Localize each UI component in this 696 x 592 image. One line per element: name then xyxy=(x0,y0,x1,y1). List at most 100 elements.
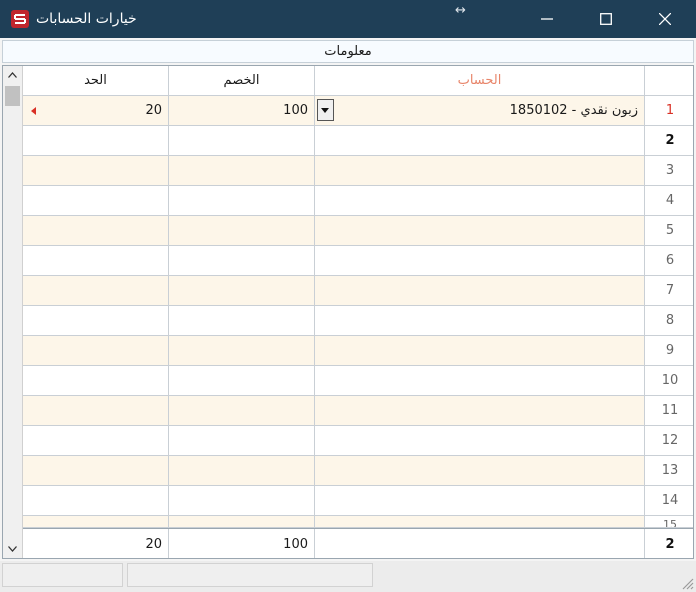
table-row[interactable]: 13 xyxy=(23,456,693,486)
cell-limit[interactable] xyxy=(23,276,169,306)
table-row[interactable]: 15 xyxy=(23,516,693,528)
cell-discount[interactable] xyxy=(169,396,315,426)
row-number[interactable]: 8 xyxy=(645,306,693,336)
cell-limit[interactable] xyxy=(23,126,169,156)
cell-discount[interactable] xyxy=(169,246,315,276)
status-pane xyxy=(127,563,373,587)
scroll-up-icon[interactable] xyxy=(3,66,22,84)
row-number[interactable]: 15 xyxy=(645,516,693,528)
cell-discount[interactable] xyxy=(169,336,315,366)
cell-account[interactable]: 1850102 - زبون نقدي xyxy=(315,96,645,126)
info-label: معلومات xyxy=(324,44,372,59)
grid-header: الحد الخصم الحساب xyxy=(23,66,693,96)
table-row[interactable]: 6 xyxy=(23,246,693,276)
table-row[interactable]: 2 xyxy=(23,126,693,156)
account-dropdown-button[interactable] xyxy=(317,99,334,121)
row-number[interactable]: 10 xyxy=(645,366,693,396)
total-limit: 20 xyxy=(23,529,169,558)
column-header-account[interactable]: الحساب xyxy=(315,66,645,96)
grid-footer-totals: 20 100 2 xyxy=(23,528,693,558)
minimize-button[interactable] xyxy=(520,0,574,38)
row-number[interactable]: 6 xyxy=(645,246,693,276)
row-number[interactable]: 14 xyxy=(645,486,693,516)
table-row[interactable]: 8 xyxy=(23,306,693,336)
cell-discount[interactable] xyxy=(169,426,315,456)
cell-limit[interactable] xyxy=(23,336,169,366)
table-row[interactable]: 7 xyxy=(23,276,693,306)
cell-limit[interactable] xyxy=(23,306,169,336)
row-number[interactable]: 11 xyxy=(645,396,693,426)
row-number[interactable]: 3 xyxy=(645,156,693,186)
cell-discount[interactable] xyxy=(169,456,315,486)
cell-limit[interactable] xyxy=(23,486,169,516)
cell-discount[interactable] xyxy=(169,366,315,396)
cell-account[interactable] xyxy=(315,306,645,336)
row-number[interactable]: 1 xyxy=(31,96,693,126)
cell-account[interactable] xyxy=(315,516,645,528)
cell-discount[interactable] xyxy=(169,216,315,246)
table-row[interactable]: 5 xyxy=(23,216,693,246)
cell-limit[interactable] xyxy=(23,516,169,528)
cell-account[interactable] xyxy=(315,426,645,456)
scrollbar-thumb[interactable] xyxy=(5,86,20,106)
table-row[interactable]: 14 xyxy=(23,486,693,516)
table-row[interactable]: 11 xyxy=(23,396,693,426)
cell-limit[interactable] xyxy=(23,366,169,396)
vertical-scrollbar[interactable] xyxy=(3,66,23,558)
cell-discount[interactable] xyxy=(169,126,315,156)
cell-limit[interactable] xyxy=(23,426,169,456)
cell-discount[interactable] xyxy=(169,276,315,306)
table-row[interactable]: 20 100 1850102 - زبون نقدي 1 xyxy=(23,96,693,126)
cell-account[interactable] xyxy=(315,156,645,186)
column-header-discount[interactable]: الخصم xyxy=(169,66,315,96)
cell-discount[interactable] xyxy=(169,486,315,516)
cell-account[interactable] xyxy=(315,126,645,156)
cell-limit[interactable] xyxy=(23,246,169,276)
status-pane xyxy=(2,563,123,587)
cell-limit[interactable] xyxy=(23,216,169,246)
row-number[interactable]: 7 xyxy=(645,276,693,306)
close-button[interactable] xyxy=(638,0,692,38)
cell-discount[interactable] xyxy=(169,516,315,528)
row-number[interactable]: 12 xyxy=(645,426,693,456)
cell-limit[interactable]: 20 xyxy=(23,96,169,126)
total-discount: 100 xyxy=(169,529,315,558)
row-number[interactable]: 2 xyxy=(645,126,693,156)
cell-account[interactable] xyxy=(315,246,645,276)
accounts-grid[interactable]: الحد الخصم الحساب 20 100 1850102 - زبون … xyxy=(2,65,694,559)
cell-limit[interactable] xyxy=(23,396,169,426)
cell-account[interactable] xyxy=(315,486,645,516)
cell-account[interactable] xyxy=(315,186,645,216)
cell-account[interactable] xyxy=(315,456,645,486)
table-row[interactable]: 4 xyxy=(23,186,693,216)
scroll-down-icon[interactable] xyxy=(3,540,22,558)
cell-discount[interactable]: 100 xyxy=(169,96,315,126)
resize-grip-icon[interactable] xyxy=(680,576,694,590)
cell-limit[interactable] xyxy=(23,456,169,486)
account-options-window: خيارات الحسابات ↔ معلومات الحد الخصم الح… xyxy=(0,0,696,592)
table-row[interactable]: 3 xyxy=(23,156,693,186)
cell-discount[interactable] xyxy=(169,306,315,336)
table-row[interactable]: 10 xyxy=(23,366,693,396)
maximize-button[interactable] xyxy=(579,0,633,38)
row-number[interactable]: 13 xyxy=(645,456,693,486)
cell-discount[interactable] xyxy=(169,156,315,186)
row-number[interactable]: 5 xyxy=(645,216,693,246)
cell-discount[interactable] xyxy=(169,186,315,216)
cell-account[interactable] xyxy=(315,276,645,306)
app-logo-icon xyxy=(11,10,29,28)
resize-arrows-icon: ↔ xyxy=(455,3,466,18)
cell-account[interactable] xyxy=(315,336,645,366)
cell-account[interactable] xyxy=(315,366,645,396)
column-header-limit[interactable]: الحد xyxy=(23,66,169,96)
total-account xyxy=(315,529,645,558)
row-number[interactable]: 9 xyxy=(645,336,693,366)
cell-limit[interactable] xyxy=(23,186,169,216)
row-number[interactable]: 4 xyxy=(645,186,693,216)
table-row[interactable]: 9 xyxy=(23,336,693,366)
table-row[interactable]: 12 xyxy=(23,426,693,456)
cell-account[interactable] xyxy=(315,396,645,426)
cell-account[interactable] xyxy=(315,216,645,246)
cell-limit[interactable] xyxy=(23,156,169,186)
title-bar[interactable]: خيارات الحسابات ↔ xyxy=(0,0,696,38)
